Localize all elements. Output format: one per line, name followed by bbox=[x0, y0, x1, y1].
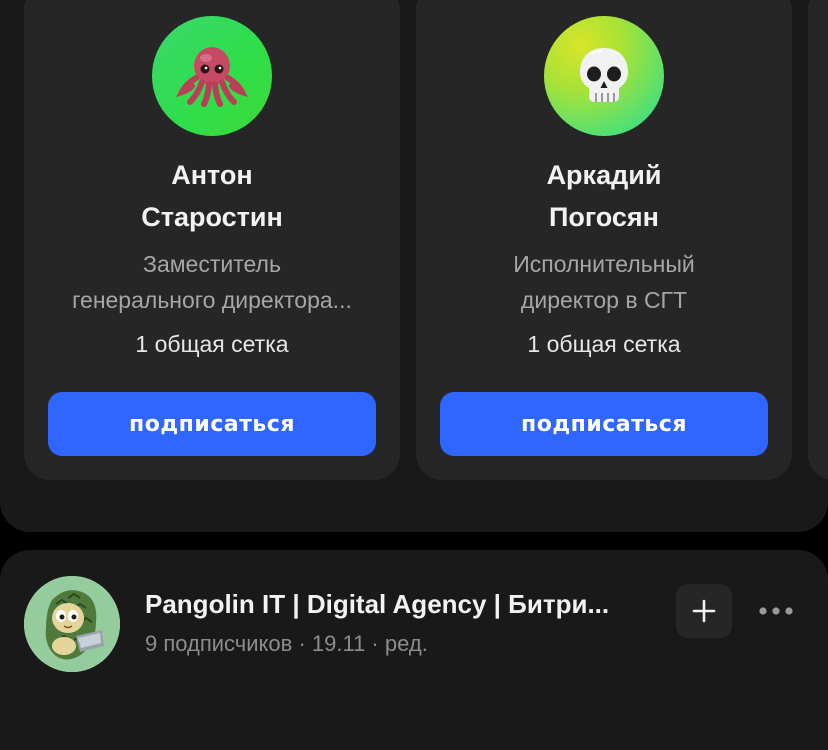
person-role: Заместитель генерального директора... bbox=[24, 246, 400, 318]
common-network-count: 1 общая сетка bbox=[527, 331, 681, 357]
person-name[interactable]: Аркадий Погосян bbox=[416, 154, 792, 238]
person-last-name: Погосян bbox=[548, 202, 659, 232]
person-role-line2: генерального директора... bbox=[72, 287, 352, 313]
more-dots-icon bbox=[759, 607, 793, 615]
subscribe-plus-button[interactable] bbox=[676, 584, 732, 638]
person-name[interactable]: Антон Старостин bbox=[24, 154, 400, 238]
person-card[interactable]: Антон Старостин Заместитель генерального… bbox=[24, 0, 400, 480]
plus-icon bbox=[692, 599, 716, 623]
skull-emoji-icon bbox=[580, 48, 628, 102]
person-card[interactable]: Аркадий Погосян Исполнительный директор … bbox=[416, 0, 792, 480]
person-last-name: Старостин bbox=[141, 202, 283, 232]
person-first-name: Антон bbox=[171, 160, 253, 190]
person-role-line2: директор в СГТ bbox=[520, 287, 688, 313]
avatar[interactable] bbox=[152, 16, 272, 136]
person-role: Исполнительный директор в СГТ bbox=[416, 246, 792, 318]
avatar[interactable] bbox=[544, 16, 664, 136]
subscribe-button[interactable]: подписаться bbox=[440, 392, 768, 456]
subscribe-button[interactable]: подписаться bbox=[48, 392, 376, 456]
post-author-name[interactable]: Pangolin IT | Digital Agency | Битри... bbox=[145, 586, 665, 622]
pangolin-logo-icon bbox=[24, 576, 120, 672]
recommendations-panel: Антон Старостин Заместитель генерального… bbox=[0, 0, 828, 532]
person-role-line1: Заместитель bbox=[143, 251, 281, 277]
post-meta: 9 подписчиков · 19.11 · ред. bbox=[145, 631, 428, 656]
person-role-line1: Исполнительный bbox=[513, 251, 695, 277]
post-author-avatar[interactable] bbox=[24, 576, 120, 672]
person-card-partial[interactable] bbox=[808, 0, 828, 480]
post-header: Pangolin IT | Digital Agency | Битри... … bbox=[0, 550, 828, 750]
common-network-count: 1 общая сетка bbox=[135, 331, 289, 357]
octopus-emoji-icon bbox=[176, 47, 248, 107]
person-first-name: Аркадий bbox=[546, 160, 662, 190]
more-options-button[interactable] bbox=[752, 594, 800, 628]
